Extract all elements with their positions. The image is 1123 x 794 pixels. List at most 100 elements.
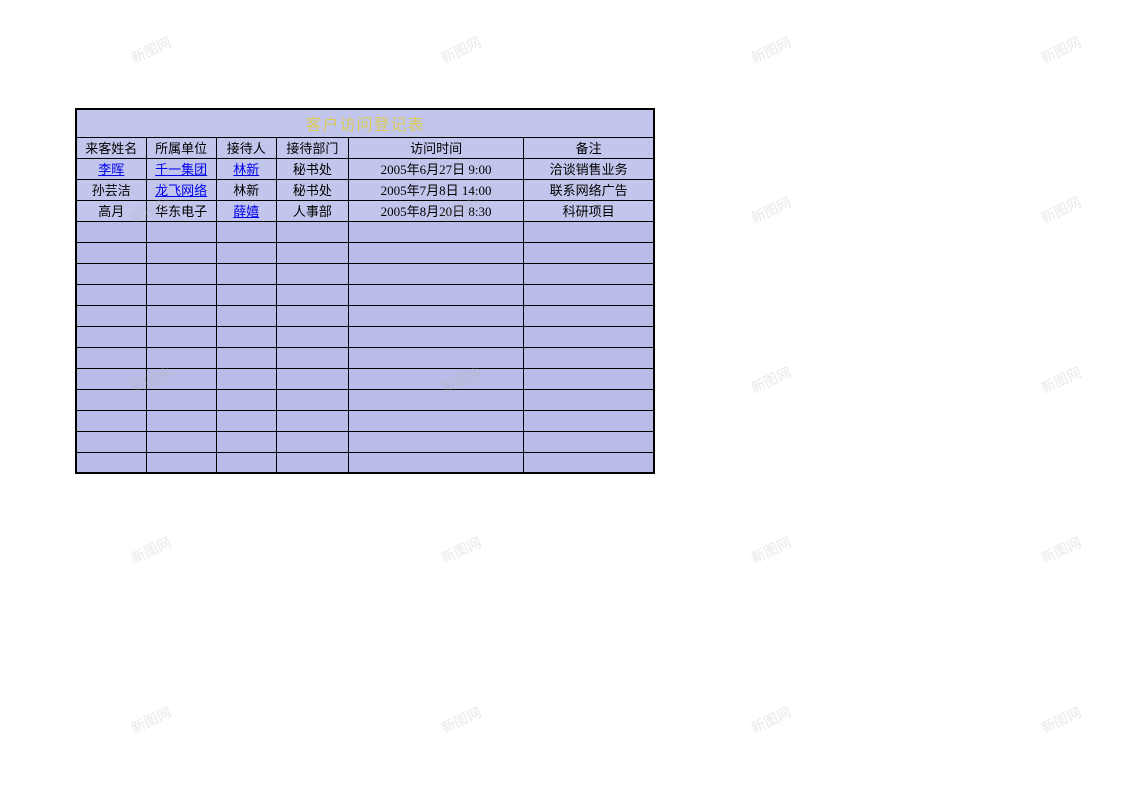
- empty-row: [76, 431, 654, 452]
- visitor_name-link[interactable]: 李晖: [98, 162, 124, 177]
- visitor-log-table-container: 客户访问登记表 来客姓名 所属单位 接待人 接待部门 访问时间 备注 李晖 千一集…: [75, 108, 655, 474]
- table-header-row: 来客姓名 所属单位 接待人 接待部门 访问时间 备注: [76, 137, 654, 158]
- empty-cell: [524, 221, 654, 242]
- visitor-log-table: 客户访问登记表 来客姓名 所属单位 接待人 接待部门 访问时间 备注 李晖 千一集…: [75, 108, 655, 474]
- empty-row: [76, 305, 654, 326]
- empty-cell: [216, 242, 276, 263]
- empty-cell: [146, 389, 216, 410]
- cell-notes: 联系网络广告: [524, 179, 654, 200]
- empty-cell: [76, 284, 146, 305]
- empty-cell: [276, 305, 348, 326]
- empty-cell: [146, 431, 216, 452]
- empty-cell: [524, 242, 654, 263]
- header-visit-time: 访问时间: [348, 137, 523, 158]
- empty-row: [76, 221, 654, 242]
- empty-row: [76, 389, 654, 410]
- empty-cell: [524, 452, 654, 473]
- header-receiver: 接待人: [216, 137, 276, 158]
- cell-visit_time: 2005年6月27日 9:00: [348, 158, 523, 179]
- empty-cell: [276, 263, 348, 284]
- empty-cell: [276, 347, 348, 368]
- empty-cell: [276, 221, 348, 242]
- cell-receiver: 薛嬉: [216, 200, 276, 221]
- empty-cell: [348, 347, 523, 368]
- watermark: 新图网: [1038, 702, 1085, 738]
- empty-cell: [146, 263, 216, 284]
- empty-cell: [76, 221, 146, 242]
- header-visitor-name: 来客姓名: [76, 137, 146, 158]
- empty-cell: [76, 410, 146, 431]
- empty-cell: [348, 326, 523, 347]
- empty-row: [76, 263, 654, 284]
- cell-company: 龙飞网络: [146, 179, 216, 200]
- empty-cell: [216, 305, 276, 326]
- watermark: 新图网: [128, 32, 175, 68]
- empty-cell: [524, 326, 654, 347]
- empty-cell: [76, 347, 146, 368]
- cell-notes: 洽谈销售业务: [524, 158, 654, 179]
- empty-row: [76, 326, 654, 347]
- empty-cell: [76, 263, 146, 284]
- empty-cell: [276, 368, 348, 389]
- cell-visitor_name: 高月: [76, 200, 146, 221]
- empty-cell: [348, 452, 523, 473]
- empty-cell: [276, 284, 348, 305]
- table-title: 客户访问登记表: [76, 109, 654, 137]
- empty-cell: [146, 347, 216, 368]
- table-row: 孙芸洁龙飞网络林新秘书处2005年7月8日 14:00联系网络广告: [76, 179, 654, 200]
- empty-cell: [524, 284, 654, 305]
- empty-cell: [524, 347, 654, 368]
- empty-cell: [524, 305, 654, 326]
- cell-department: 人事部: [276, 200, 348, 221]
- cell-visit_time: 2005年7月8日 14:00: [348, 179, 523, 200]
- empty-cell: [76, 305, 146, 326]
- empty-row: [76, 347, 654, 368]
- empty-cell: [348, 242, 523, 263]
- empty-row: [76, 242, 654, 263]
- empty-cell: [216, 410, 276, 431]
- empty-cell: [216, 263, 276, 284]
- empty-cell: [276, 242, 348, 263]
- empty-cell: [216, 368, 276, 389]
- empty-cell: [524, 263, 654, 284]
- watermark: 新图网: [748, 192, 795, 228]
- watermark: 新图网: [1038, 192, 1085, 228]
- empty-cell: [76, 326, 146, 347]
- watermark: 新图网: [1038, 362, 1085, 398]
- empty-cell: [146, 326, 216, 347]
- empty-cell: [348, 368, 523, 389]
- company-link[interactable]: 龙飞网络: [155, 183, 207, 198]
- empty-cell: [348, 263, 523, 284]
- cell-visit_time: 2005年8月20日 8:30: [348, 200, 523, 221]
- watermark: 新图网: [748, 362, 795, 398]
- cell-department: 秘书处: [276, 179, 348, 200]
- empty-cell: [76, 368, 146, 389]
- empty-cell: [216, 389, 276, 410]
- table-row: 高月华东电子薛嬉人事部2005年8月20日 8:30科研项目: [76, 200, 654, 221]
- empty-cell: [276, 410, 348, 431]
- empty-cell: [76, 452, 146, 473]
- watermark: 新图网: [438, 532, 485, 568]
- empty-cell: [76, 389, 146, 410]
- empty-cell: [216, 221, 276, 242]
- empty-row: [76, 284, 654, 305]
- watermark: 新图网: [748, 702, 795, 738]
- empty-cell: [276, 389, 348, 410]
- cell-department: 秘书处: [276, 158, 348, 179]
- empty-cell: [146, 221, 216, 242]
- receiver-link[interactable]: 林新: [233, 162, 259, 177]
- empty-cell: [146, 284, 216, 305]
- empty-cell: [348, 431, 523, 452]
- empty-cell: [348, 221, 523, 242]
- watermark: 新图网: [128, 532, 175, 568]
- empty-cell: [216, 326, 276, 347]
- table-row: 李晖 千一集团 林新 秘书处2005年6月27日 9:00洽谈销售业务: [76, 158, 654, 179]
- header-company: 所属单位: [146, 137, 216, 158]
- header-department: 接待部门: [276, 137, 348, 158]
- watermark: 新图网: [1038, 32, 1085, 68]
- company-link[interactable]: 千一集团: [155, 162, 207, 177]
- receiver-link[interactable]: 薛嬉: [233, 204, 259, 219]
- watermark: 新图网: [748, 532, 795, 568]
- empty-cell: [276, 431, 348, 452]
- cell-notes: 科研项目: [524, 200, 654, 221]
